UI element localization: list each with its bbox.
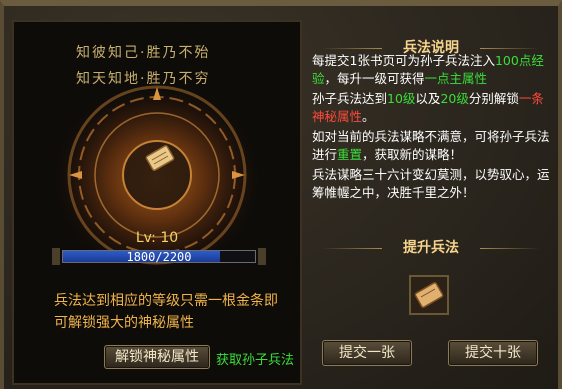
unlock-hint-text: 兵法达到相应的等级只需一根金条即可解锁强大的神秘属性 xyxy=(54,293,278,331)
title-divider-left xyxy=(322,48,382,49)
desc-text: 孙子兵法达到 xyxy=(312,91,388,106)
desc-paragraph-4: 兵法谋略三十六计变幻莫测，以势驭心，运筹帷幄之中，决胜千里之外！ xyxy=(312,167,550,200)
poem-line-1: 知彼知己·胜乃不殆 xyxy=(76,45,211,61)
submit-ten-button[interactable]: 提交十张 xyxy=(448,340,538,366)
desc-text: 以及 xyxy=(415,91,441,106)
book-page-icon xyxy=(414,282,444,308)
upgrade-title: 提升兵法 xyxy=(403,240,459,256)
desc-highlight-level10: 10级 xyxy=(387,91,416,106)
desc-text: 分别解锁 xyxy=(468,91,519,106)
get-art-of-war-link[interactable]: 获取孙子兵法 xyxy=(216,349,294,368)
level-label: Lv: 10 xyxy=(135,230,179,246)
desc-text: 每提交1张书页可为孙子兵法注入 xyxy=(312,53,495,68)
experience-progress-text: 1800/2200 xyxy=(126,250,192,264)
scroll-book-icon[interactable] xyxy=(142,140,178,176)
desc-text: 。 xyxy=(362,109,375,124)
desc-highlight-reset: 重置 xyxy=(337,147,363,162)
desc-highlight-level20: 20级 xyxy=(440,91,469,106)
title-divider-left xyxy=(322,248,382,249)
desc-paragraph-2: 孙子兵法达到10级以及20级分别解锁一条神秘属性。 xyxy=(312,90,552,126)
desc-paragraph-3: 如对当前的兵法谋略不满意，可将孙子兵法进行重置，获取新的谋略！ xyxy=(312,128,552,164)
desc-text: ，每升一级可获得 xyxy=(324,71,425,86)
experience-progress-bar: 1800/2200 xyxy=(62,250,256,264)
upgrade-title-bar: 提升兵法 xyxy=(306,238,556,258)
book-page-item-slot[interactable] xyxy=(409,275,449,315)
submit-one-button[interactable]: 提交一张 xyxy=(322,340,412,366)
info-panel: 兵法说明 每提交1张书页可为孙子兵法注入100点经验，每升一级可获得一点主属性 … xyxy=(306,20,556,385)
desc-highlight-attr: 一点主属性 xyxy=(424,71,488,86)
description: 每提交1张书页可为孙子兵法注入100点经验，每升一级可获得一点主属性 孙子兵法达… xyxy=(312,52,552,204)
art-of-war-panel: 知彼知己·胜乃不殆 知天知地·胜乃不穷 Lv: 10 1800/2200 兵法达… xyxy=(12,20,302,385)
desc-text: ，获取新的谋略！ xyxy=(362,147,463,162)
desc-paragraph-1: 每提交1张书页可为孙子兵法注入100点经验，每升一级可获得一点主属性 xyxy=(312,52,552,88)
progress-cap-left xyxy=(52,248,60,265)
title-divider-right xyxy=(480,248,540,249)
progress-cap-right xyxy=(258,248,266,265)
unlock-mystery-attribute-button[interactable]: 解锁神秘属性 xyxy=(104,345,210,369)
title-divider-right xyxy=(480,48,540,49)
